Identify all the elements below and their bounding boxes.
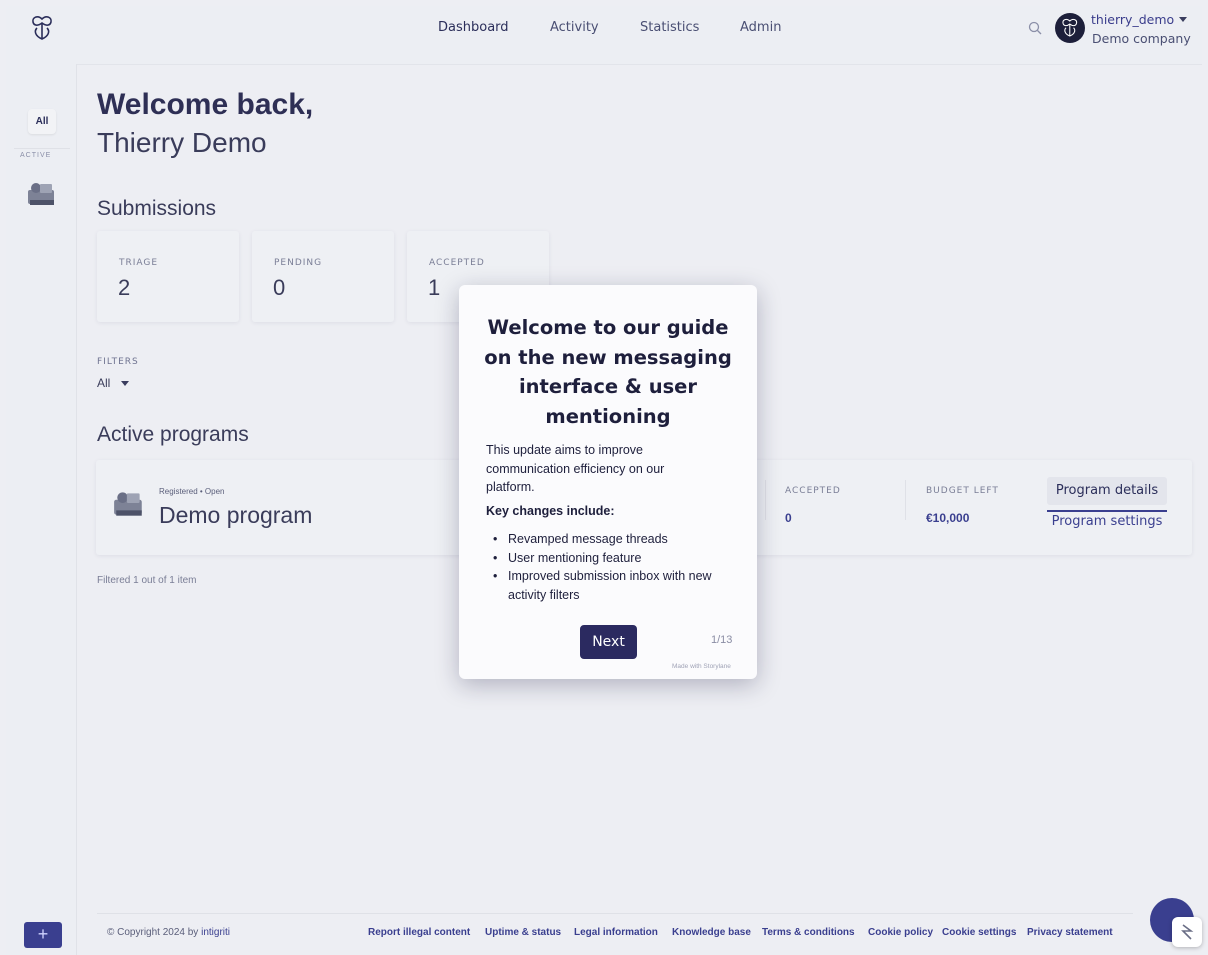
sidebar-divider xyxy=(14,148,70,149)
footer-link-report-illegal-content[interactable]: Report illegal content xyxy=(368,927,470,938)
storylane-icon xyxy=(1181,924,1194,940)
footer-link-cookie-policy[interactable]: Cookie policy xyxy=(868,927,933,938)
made-with-storylane-link[interactable]: Made with Storylane xyxy=(672,663,731,670)
nav-admin[interactable]: Admin xyxy=(740,20,781,35)
program-name[interactable]: Demo program xyxy=(159,502,312,529)
column-divider xyxy=(765,480,766,520)
search-icon[interactable] xyxy=(1027,20,1043,36)
footer-link-uptime-status[interactable]: Uptime & status xyxy=(485,927,561,938)
list-item: Revamped message threads xyxy=(493,530,733,549)
filtered-count: Filtered 1 out of 1 item xyxy=(97,575,197,586)
program-details-button[interactable]: Program details xyxy=(1047,477,1167,505)
top-bar xyxy=(6,6,1202,65)
copyright-text: © Copyright 2024 by xyxy=(107,927,202,938)
modal-body: This update aims to improve communicatio… xyxy=(486,443,665,494)
stat-label: PENDING xyxy=(274,258,323,268)
nav-activity[interactable]: Activity xyxy=(550,20,599,35)
program-budget-label: BUDGET LEFT xyxy=(926,486,999,496)
filters-label: FILTERS xyxy=(97,357,139,367)
list-item: Improved submission inbox with new activ… xyxy=(493,567,733,604)
stat-value: 1 xyxy=(428,275,441,300)
filters-chevron-down-icon[interactable] xyxy=(121,381,129,386)
intigriti-logo-icon[interactable] xyxy=(28,14,56,42)
nav-dashboard[interactable]: Dashboard xyxy=(438,20,509,35)
sidebar-item-demo-program[interactable] xyxy=(26,180,58,208)
footer-link-terms-conditions[interactable]: Terms & conditions xyxy=(762,927,855,938)
active-programs-title: Active programs xyxy=(97,423,249,446)
footer-copyright: © Copyright 2024 by intigriti xyxy=(107,927,230,938)
submissions-title: Submissions xyxy=(97,197,217,220)
add-program-button[interactable]: + xyxy=(24,922,62,948)
next-button[interactable]: Next xyxy=(580,625,637,659)
footer-link-knowledge-base[interactable]: Knowledge base xyxy=(672,927,751,938)
footer-link-legal-information[interactable]: Legal information xyxy=(574,927,658,938)
column-divider xyxy=(905,480,906,520)
program-budget-value: €10,000 xyxy=(926,511,970,525)
sidebar-active-label: ACTIVE xyxy=(20,152,52,159)
footer-link-privacy-statement[interactable]: Privacy statement xyxy=(1027,927,1113,938)
step-counter: 1/13 xyxy=(711,634,733,646)
sidebar-item-all[interactable]: All xyxy=(28,109,56,134)
footer-link-cookie-settings[interactable]: Cookie settings xyxy=(942,927,1016,938)
stat-value: 2 xyxy=(118,275,131,300)
modal-key-heading: Key changes include: xyxy=(486,504,615,518)
welcome-user-name: Thierry Demo xyxy=(97,127,267,158)
program-status: Registered • Open xyxy=(159,487,225,496)
stat-label: TRIAGE xyxy=(119,258,159,268)
copyright-brand-link[interactable]: intigriti xyxy=(201,927,230,938)
modal-title: Welcome to our guide on the new messagin… xyxy=(484,316,732,428)
avatar-logo-icon xyxy=(1062,18,1078,37)
avatar[interactable] xyxy=(1055,13,1085,43)
program-accepted-value: 0 xyxy=(785,511,792,525)
user-name[interactable]: thierry_demo xyxy=(1091,12,1174,27)
stat-value: 0 xyxy=(273,275,286,300)
user-company[interactable]: Demo company xyxy=(1092,31,1191,46)
program-settings-link[interactable]: Program settings xyxy=(1047,510,1167,534)
program-accepted-label: ACCEPTED xyxy=(785,486,841,496)
nav-statistics[interactable]: Statistics xyxy=(640,20,699,35)
list-item: User mentioning feature xyxy=(493,549,733,568)
footer-divider xyxy=(97,913,1133,914)
program-logo[interactable] xyxy=(112,489,146,519)
welcome-heading: Welcome back, xyxy=(97,88,314,121)
user-menu-chevron-down-icon[interactable] xyxy=(1179,17,1187,22)
stat-label: ACCEPTED xyxy=(429,258,485,268)
storylane-badge[interactable] xyxy=(1172,917,1202,947)
modal-bullets: Revamped message threads User mentioning… xyxy=(493,530,733,604)
filters-select[interactable]: All xyxy=(97,376,110,390)
